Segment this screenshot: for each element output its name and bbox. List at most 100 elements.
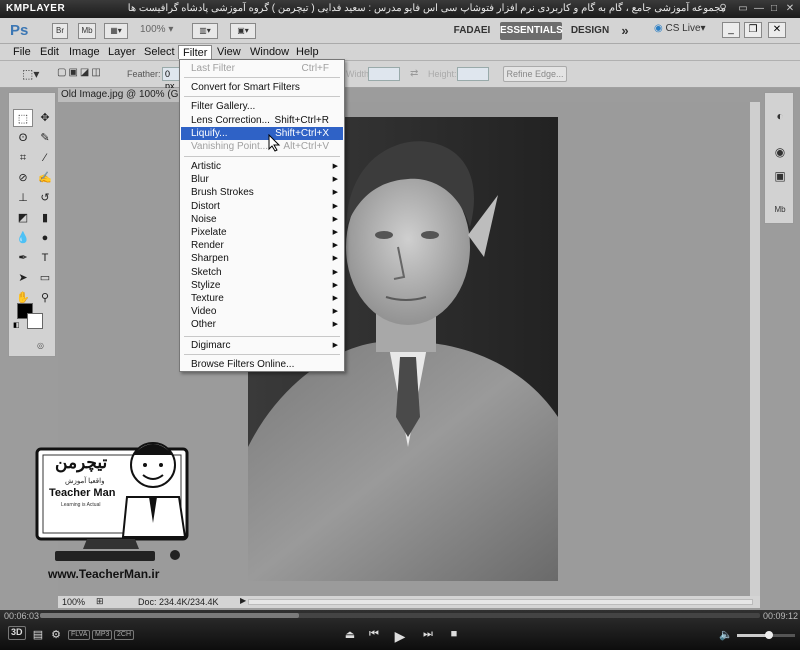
player-minimize-icon[interactable]: — [752,2,766,16]
menu-separator [184,96,340,97]
menu-item-convert-smart-filters[interactable]: Convert for Smart Filters [181,81,343,94]
menu-item-stylize[interactable]: Stylize ▶ [181,279,343,292]
move-tool-icon[interactable]: ✥ [35,109,55,127]
dodge-tool-icon[interactable]: ● [35,229,55,247]
feather-input[interactable]: 0 px [162,67,180,91]
workspace-fadaei[interactable]: FADAEI [450,22,494,40]
zoom-tool-icon[interactable]: ⚲ [35,289,55,307]
eject-icon[interactable]: ⏏ [342,628,358,641]
menu-file[interactable]: File [9,45,35,59]
menu-item-render[interactable]: Render ▶ [181,239,343,252]
menu-item-other[interactable]: Other ▶ [181,318,343,331]
width-input[interactable] [368,67,400,81]
menu-item-sharpen[interactable]: Sharpen ▶ [181,252,343,265]
more-workspaces-icon[interactable]: » [616,22,634,40]
menu-item-sketch[interactable]: Sketch ▶ [181,266,343,279]
selection-mode-icons[interactable]: ▢▣◪◫ [57,67,115,81]
zoom-select[interactable]: 100% ▾ [140,24,173,35]
bridge-icon[interactable]: Br [52,23,68,39]
menu-item-texture[interactable]: Texture ▶ [181,292,343,305]
clone-stamp-tool-icon[interactable]: ⊥ [13,189,33,207]
app-restore-icon[interactable]: ❐ [744,22,762,38]
menu-item-distort[interactable]: Distort ▶ [181,200,343,213]
default-colors-icon[interactable]: ◧ [13,321,20,329]
play-icon[interactable]: ▶ [392,628,408,645]
menu-item-liquify[interactable]: Liquify... Shift+Ctrl+X [181,127,343,140]
player-maximize-icon[interactable]: □ [767,2,781,16]
workspace-design[interactable]: DESIGN [570,22,610,40]
menu-image[interactable]: Image [65,45,104,59]
menu-edit[interactable]: Edit [36,45,63,59]
eraser-tool-icon[interactable]: ◩ [13,209,33,227]
menu-item-noise[interactable]: Noise ▶ [181,213,343,226]
healing-brush-tool-icon[interactable]: ⊘ [13,169,33,187]
history-brush-tool-icon[interactable]: ↺ [35,189,55,207]
menu-item-artistic[interactable]: Artistic ▶ [181,160,343,173]
menu-help[interactable]: Help [292,45,323,59]
color-panel-icon[interactable]: ◐ [771,107,789,125]
adjustments-panel-icon[interactable]: ◉ [771,143,789,161]
eyedropper-tool-icon[interactable]: ⁄ [35,149,55,167]
status-arrow-icon[interactable]: ▶ [240,596,246,605]
next-icon[interactable]: ⏭ [420,628,436,641]
mini-bridge-icon[interactable]: Mb [78,23,96,39]
menu-item-pixelate[interactable]: Pixelate ▶ [181,226,343,239]
menu-select[interactable]: Select [140,45,179,59]
volume-knob[interactable] [764,631,773,639]
swap-icon[interactable]: ⇄ [410,68,418,79]
menu-item-digimarc[interactable]: Digimarc ▶ [181,339,343,352]
menu-window[interactable]: Window [246,45,293,59]
menu-filter[interactable]: Filter [178,45,213,59]
seek-bar-fill [40,613,300,618]
blur-tool-icon[interactable]: 💧 [13,229,33,247]
shape-tool-icon[interactable]: ▭ [35,269,55,287]
lasso-tool-icon[interactable]: ʘ [13,129,33,147]
previous-icon[interactable]: ⏮ [366,628,382,641]
background-color-swatch[interactable] [27,313,43,329]
height-input[interactable] [457,67,489,81]
masks-panel-icon[interactable]: ▣ [771,167,789,185]
menu-view[interactable]: View [213,45,245,59]
pin-icon[interactable]: ⚲ [716,2,730,16]
workspace-essentials[interactable]: ESSENTIALS [500,22,563,40]
cs-live-menu[interactable]: ◉ CS Live▾ [654,23,706,34]
seek-bar[interactable] [40,613,760,618]
menu-item-browse-filters-online[interactable]: Browse Filters Online... [181,358,343,371]
crop-tool-icon[interactable]: ⌗ [13,149,33,167]
arrange-documents-icon[interactable]: ▥▾ [192,23,218,39]
playlist-icon[interactable]: ▤ [30,628,46,641]
status-zoom[interactable]: 100% [62,597,85,607]
quick-mask-icon[interactable]: ◎ [37,341,44,350]
document-tab[interactable]: Old Image.jpg @ 100% (Gr [58,88,198,102]
app-minimize-icon[interactable]: _ [722,22,740,38]
pen-tool-icon[interactable]: ✒ [13,249,33,267]
3d-button[interactable]: 3D [8,626,26,640]
horizontal-scrollbar[interactable] [248,599,753,605]
mini-bridge-panel-icon[interactable]: Mb [771,201,789,219]
marquee-tool-icon[interactable]: ⬚ [13,109,33,127]
status-icon[interactable]: ⊞ [96,596,104,607]
settings-icon[interactable]: ⚙ [48,628,64,641]
player-menu-icon[interactable]: ▭ [736,2,750,16]
type-tool-icon[interactable]: T [35,249,55,267]
path-selection-tool-icon[interactable]: ➤ [13,269,33,287]
player-close-icon[interactable]: ✕ [783,2,797,16]
menu-item-filter-gallery[interactable]: Filter Gallery... [181,100,343,113]
quick-selection-tool-icon[interactable]: ✎ [35,129,55,147]
menu-item-lens-correction[interactable]: Lens Correction... Shift+Ctrl+R [181,114,343,127]
menu-item-blur[interactable]: Blur ▶ [181,173,343,186]
vertical-scrollbar[interactable] [750,102,760,596]
refine-edge-button[interactable]: Refine Edge... [503,66,567,82]
marquee-preset-icon[interactable]: ⬚▾ [22,67,46,83]
brush-tool-icon[interactable]: ✍ [35,169,55,187]
menu-item-brush-strokes[interactable]: Brush Strokes ▶ [181,186,343,199]
app-close-icon[interactable]: ✕ [768,22,786,38]
gradient-tool-icon[interactable]: ▮ [35,209,55,227]
guides-dropdown-icon[interactable]: ▦▾ [104,23,128,39]
screen-mode-icon[interactable]: ▣▾ [230,23,256,39]
volume-slider[interactable] [737,631,795,639]
volume-icon[interactable]: 🔈 [718,628,734,641]
menu-item-video[interactable]: Video ▶ [181,305,343,318]
stop-icon[interactable]: ■ [446,628,462,640]
menu-layer[interactable]: Layer [104,45,140,59]
